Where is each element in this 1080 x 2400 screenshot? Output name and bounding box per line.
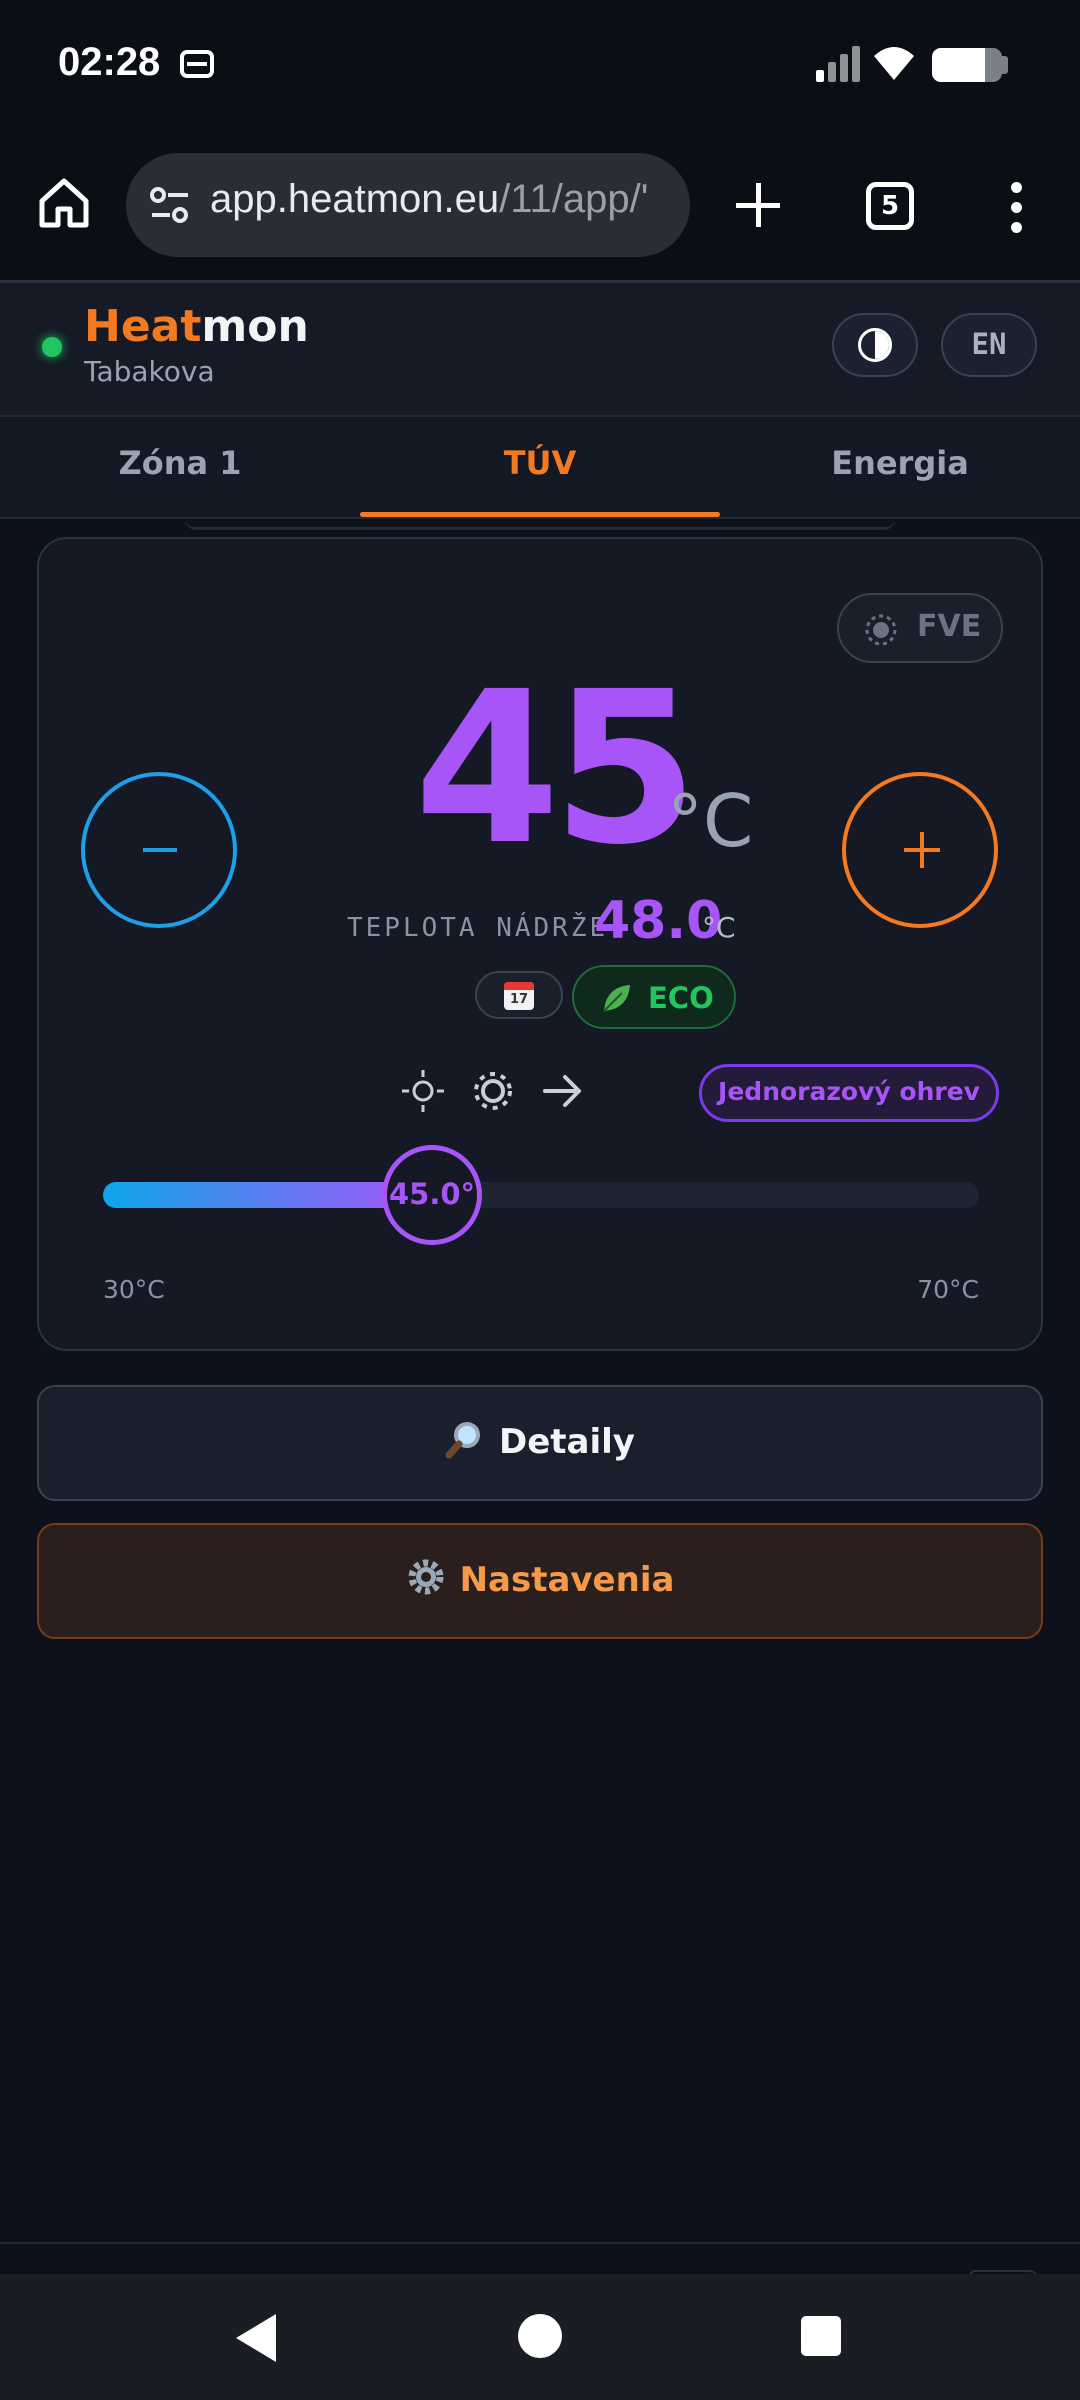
fve-label: FVE <box>917 609 982 644</box>
schedule-button[interactable]: 17 <box>475 971 563 1019</box>
system-navigation-bar <box>0 2274 1080 2400</box>
increase-temperature-button[interactable] <box>842 772 998 928</box>
bottom-divider <box>0 2242 1080 2244</box>
calendar-icon: 17 <box>504 982 534 1010</box>
browser-toolbar: app.heatmon.eu/11/app/' 5 <box>0 130 1080 283</box>
scroll-hint <box>185 519 895 530</box>
arrow-right-icon[interactable] <box>539 1067 587 1115</box>
brand-part-2: mon <box>201 301 309 352</box>
setpoint-value: 45 <box>414 646 698 891</box>
sun-outline-icon[interactable] <box>399 1067 447 1115</box>
signal-icon <box>812 46 862 82</box>
url-path: /11/app/' <box>499 177 649 221</box>
details-button[interactable]: Detaily <box>37 1385 1043 1501</box>
fve-badge[interactable]: FVE <box>837 593 1003 663</box>
solar-icon <box>865 614 897 646</box>
back-icon[interactable] <box>236 2314 276 2362</box>
wifi-icon <box>874 47 914 80</box>
temperature-slider-thumb[interactable]: 45.0° <box>382 1145 482 1245</box>
slider-max-label: 70°C <box>917 1275 979 1304</box>
dhw-control-card: FVE 45 °C TEPLOTA NÁDRŽE 48.0 °C 17 ECO … <box>37 537 1043 1351</box>
url-host: app.heatmon.eu <box>210 177 500 221</box>
settings-label: Nastavenia <box>459 1560 675 1600</box>
temperature-slider-track[interactable] <box>103 1182 979 1208</box>
brand-part-1: Heat <box>84 301 202 352</box>
theme-toggle-button[interactable] <box>832 313 918 377</box>
site-settings-icon[interactable] <box>148 185 192 225</box>
new-tab-icon[interactable] <box>730 177 786 233</box>
settings-button[interactable]: Nastavenia <box>37 1523 1043 1639</box>
tab-zone-1[interactable]: Zóna 1 <box>0 417 360 517</box>
details-label: Detaily <box>499 1422 635 1462</box>
battery-tip <box>1002 56 1008 74</box>
setpoint-unit: °C <box>667 779 754 863</box>
one-time-heating-button[interactable]: Jednorazový ohrev <box>699 1064 999 1122</box>
site-name: Tabakova <box>84 355 215 388</box>
sun-gear-icon[interactable] <box>469 1067 517 1115</box>
calendar-icon-day: 17 <box>509 992 529 1007</box>
eco-mode-button[interactable]: ECO <box>572 965 736 1029</box>
tank-temperature-unit: °C <box>702 911 736 944</box>
tab-dhw[interactable]: TÚV <box>360 417 720 517</box>
status-bar: 02:28 <box>0 0 1080 130</box>
tab-energy[interactable]: Energia <box>720 417 1080 517</box>
brand-logo: Heatmon <box>84 301 309 352</box>
slider-min-label: 30°C <box>103 1275 165 1304</box>
decrease-temperature-button[interactable] <box>81 772 237 928</box>
tab-switcher-button[interactable]: 5 <box>866 182 914 230</box>
message-icon <box>180 50 214 78</box>
home-circle-icon[interactable] <box>518 2314 562 2358</box>
connection-status-dot <box>42 337 62 357</box>
recents-icon[interactable] <box>801 2316 841 2356</box>
battery-icon <box>932 48 1002 82</box>
more-menu-icon[interactable] <box>1006 180 1026 234</box>
magnifier-icon <box>445 1422 481 1459</box>
language-button[interactable]: EN <box>941 313 1037 377</box>
tank-temperature-label: TEPLOTA NÁDRŽE <box>347 913 609 943</box>
tab-bar: Zóna 1 TÚV Energia <box>0 417 1080 519</box>
leaf-icon <box>603 985 630 1012</box>
status-time: 02:28 <box>58 40 161 84</box>
url-text: app.heatmon.eu/11/app/' <box>210 177 648 222</box>
contrast-icon <box>858 328 892 362</box>
gear-icon <box>408 1559 444 1595</box>
home-icon[interactable] <box>36 175 92 231</box>
eco-label: ECO <box>648 981 714 1015</box>
app-header: Heatmon Tabakova EN <box>0 283 1080 417</box>
address-bar[interactable]: app.heatmon.eu/11/app/' <box>126 153 690 257</box>
